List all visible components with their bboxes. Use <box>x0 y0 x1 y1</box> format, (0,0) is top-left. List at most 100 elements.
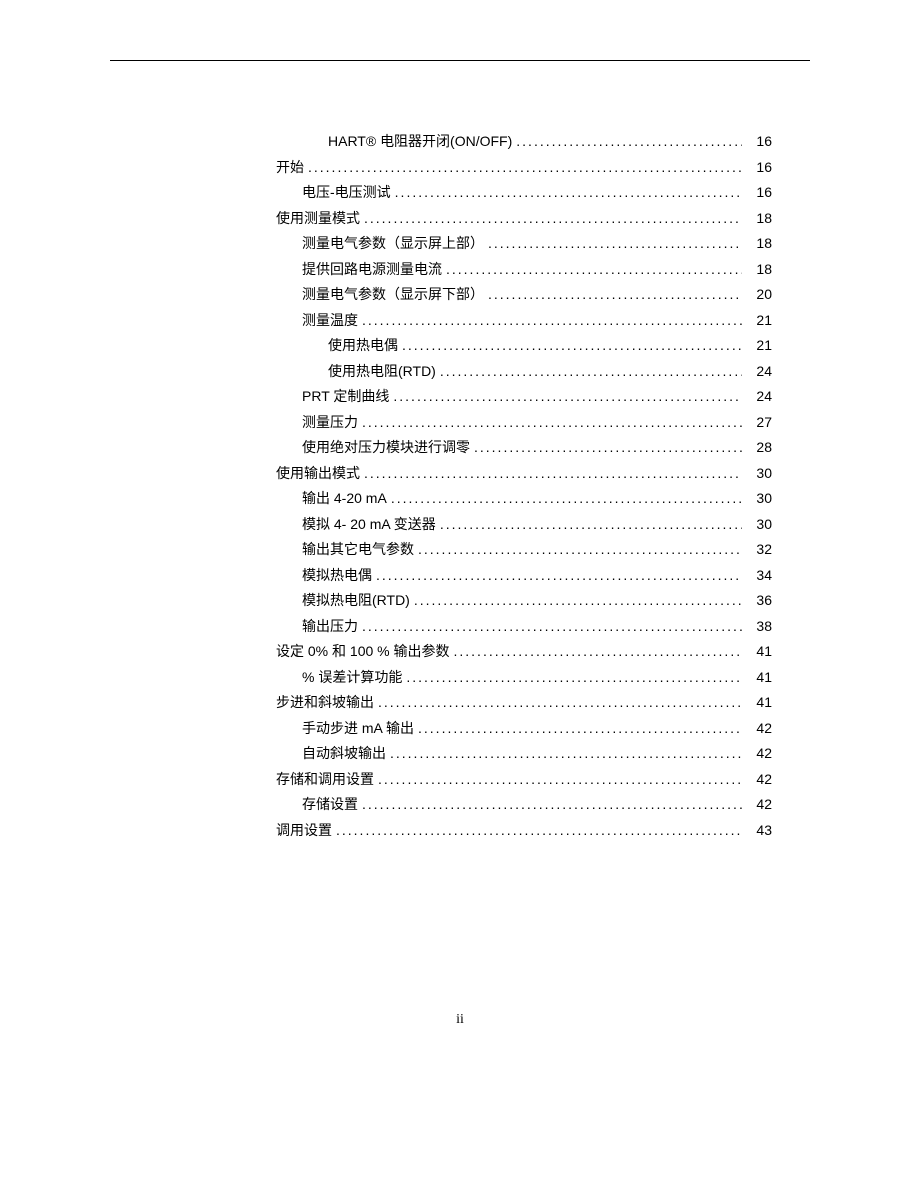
toc-entry: 输出其它电气参数 32 <box>276 537 772 563</box>
toc-leader-dots <box>362 792 742 818</box>
toc-leader-dots <box>393 384 742 410</box>
toc-leader-dots <box>376 563 742 589</box>
toc-leader-dots <box>446 257 742 283</box>
page-number: ii <box>0 1012 920 1028</box>
toc-entry-page: 36 <box>746 588 772 614</box>
toc-entry: PRT 定制曲线24 <box>276 384 772 410</box>
table-of-contents: HART® 电阻器开闭(ON/OFF)16开始16电压-电压测试16使用测量模式… <box>110 129 810 843</box>
toc-entry-label: 使用绝对压力模块进行调零 <box>302 435 470 461</box>
toc-entry-label: 输出其它电气参数 <box>302 537 414 563</box>
toc-entry: 使用热电偶 21 <box>276 333 772 359</box>
toc-entry-page: 20 <box>746 282 772 308</box>
toc-entry-page: 18 <box>746 231 772 257</box>
toc-leader-dots <box>516 129 742 155</box>
toc-entry-label: 使用热电偶 <box>328 333 398 359</box>
toc-entry: 模拟热电阻(RTD) 36 <box>276 588 772 614</box>
toc-entry: 调用设置43 <box>276 818 772 844</box>
toc-entry-page: 24 <box>746 384 772 410</box>
toc-entry: 模拟热电偶34 <box>276 563 772 589</box>
toc-leader-dots <box>391 486 742 512</box>
header-rule <box>110 60 810 61</box>
toc-entry-page: 41 <box>746 639 772 665</box>
toc-leader-dots <box>390 741 742 767</box>
toc-leader-dots <box>395 180 742 206</box>
toc-entry: HART® 电阻器开闭(ON/OFF) 16 <box>276 129 772 155</box>
toc-entry-label: HART® 电阻器开闭(ON/OFF) <box>328 129 512 155</box>
toc-entry-page: 27 <box>746 410 772 436</box>
toc-leader-dots <box>364 461 742 487</box>
toc-entry: 开始 16 <box>276 155 772 181</box>
toc-entry-label: 输出 4-20 mA <box>302 486 387 512</box>
toc-entry-label: 测量电气参数（显示屏下部） <box>302 282 484 308</box>
toc-leader-dots <box>418 537 742 563</box>
toc-leader-dots <box>362 308 742 334</box>
toc-entry-label: 使用输出模式 <box>276 461 360 487</box>
toc-entry-label: 手动步进 mA 输出 <box>302 716 414 742</box>
toc-entry-page: 41 <box>746 665 772 691</box>
toc-leader-dots <box>402 333 742 359</box>
toc-entry-label: 测量压力 <box>302 410 358 436</box>
toc-entry: 设定 0% 和 100 % 输出参数 41 <box>276 639 772 665</box>
toc-entry-label: 提供回路电源测量电流 <box>302 257 442 283</box>
toc-entry-label: 电压-电压测试 <box>302 180 391 206</box>
toc-entry-page: 42 <box>746 741 772 767</box>
toc-leader-dots <box>488 231 742 257</box>
toc-entry-page: 24 <box>746 359 772 385</box>
toc-entry-page: 21 <box>746 308 772 334</box>
toc-entry: 输出压力38 <box>276 614 772 640</box>
toc-leader-dots <box>364 206 742 232</box>
toc-leader-dots <box>488 282 742 308</box>
toc-entry: 使用热电阻(RTD)24 <box>276 359 772 385</box>
toc-entry: 使用绝对压力模块进行调零 28 <box>276 435 772 461</box>
toc-leader-dots <box>378 690 742 716</box>
toc-entry-label: 模拟热电阻(RTD) <box>302 588 410 614</box>
toc-entry-page: 16 <box>746 180 772 206</box>
toc-entry-page: 32 <box>746 537 772 563</box>
toc-leader-dots <box>414 588 742 614</box>
toc-leader-dots <box>474 435 742 461</box>
toc-leader-dots <box>440 512 742 538</box>
toc-entry: 使用测量模式18 <box>276 206 772 232</box>
toc-entry: 存储设置42 <box>276 792 772 818</box>
toc-entry: 测量温度 21 <box>276 308 772 334</box>
toc-entry-page: 30 <box>746 512 772 538</box>
toc-entry-page: 41 <box>746 690 772 716</box>
toc-entry: 电压-电压测试 16 <box>276 180 772 206</box>
toc-entry-label: 步进和斜坡输出 <box>276 690 374 716</box>
toc-entry-label: 模拟 4- 20 mA 变送器 <box>302 512 436 538</box>
toc-entry-page: 42 <box>746 716 772 742</box>
toc-entry-page: 16 <box>746 129 772 155</box>
toc-leader-dots <box>362 614 742 640</box>
toc-leader-dots <box>308 155 742 181</box>
toc-entry-label: 测量电气参数（显示屏上部） <box>302 231 484 257</box>
toc-entry-page: 18 <box>746 257 772 283</box>
toc-entry-label: 开始 <box>276 155 304 181</box>
toc-entry-label: 存储和调用设置 <box>276 767 374 793</box>
toc-leader-dots <box>454 639 743 665</box>
toc-entry: 测量压力 27 <box>276 410 772 436</box>
toc-entry-label: % 误差计算功能 <box>302 665 402 691</box>
toc-entry-page: 30 <box>746 461 772 487</box>
toc-entry: 存储和调用设置 42 <box>276 767 772 793</box>
toc-entry: 输出 4-20 mA 30 <box>276 486 772 512</box>
toc-entry-label: 测量温度 <box>302 308 358 334</box>
toc-entry: 自动斜坡输出42 <box>276 741 772 767</box>
toc-entry: 测量电气参数（显示屏下部） 20 <box>276 282 772 308</box>
toc-leader-dots <box>336 818 742 844</box>
toc-leader-dots <box>418 716 742 742</box>
toc-entry-page: 16 <box>746 155 772 181</box>
toc-entry-page: 28 <box>746 435 772 461</box>
page-container: HART® 电阻器开闭(ON/OFF)16开始16电压-电压测试16使用测量模式… <box>0 0 920 843</box>
toc-entry: 提供回路电源测量电流 18 <box>276 257 772 283</box>
toc-entry-page: 30 <box>746 486 772 512</box>
toc-leader-dots <box>362 410 742 436</box>
toc-leader-dots <box>440 359 742 385</box>
toc-entry-label: 设定 0% 和 100 % 输出参数 <box>276 639 450 665</box>
toc-entry-page: 42 <box>746 767 772 793</box>
toc-leader-dots <box>406 665 742 691</box>
toc-entry: 步进和斜坡输出 41 <box>276 690 772 716</box>
toc-entry: 手动步进 mA 输出 42 <box>276 716 772 742</box>
toc-entry-label: 输出压力 <box>302 614 358 640</box>
toc-leader-dots <box>378 767 742 793</box>
toc-entry-page: 21 <box>746 333 772 359</box>
